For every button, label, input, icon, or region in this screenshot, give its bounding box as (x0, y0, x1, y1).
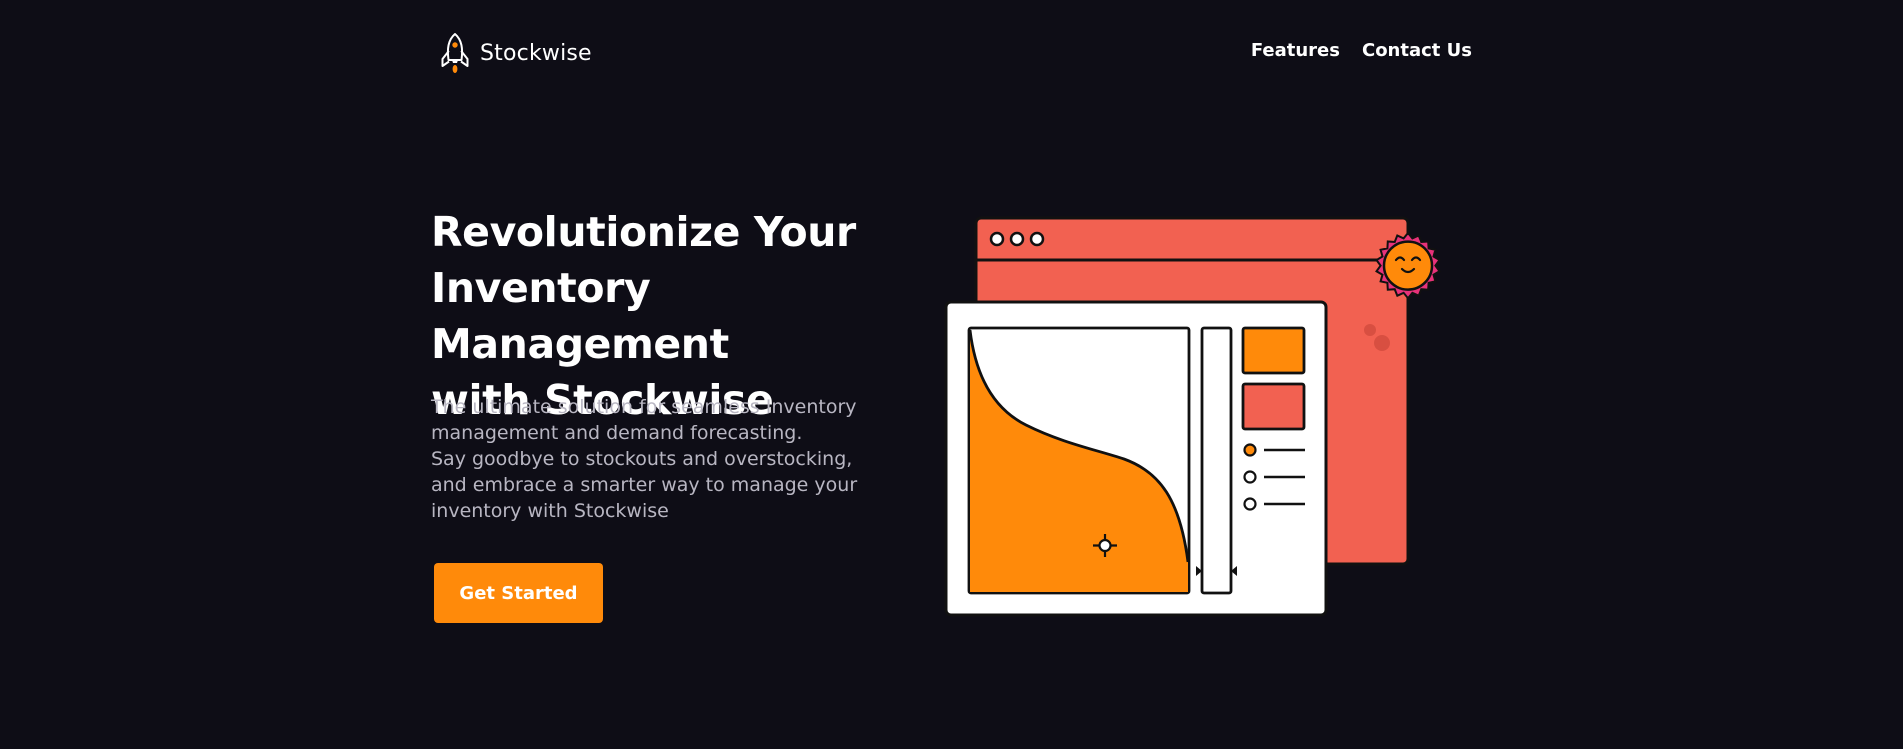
brand-name: Stockwise (480, 40, 592, 66)
hero-title-line: Revolutionize Your (431, 208, 856, 256)
brand-logo-link[interactable]: Stockwise (440, 32, 592, 74)
hero-description-line: The ultimate solution for seamless Inven… (431, 396, 857, 444)
nav-links: Features Contact Us (1251, 40, 1472, 61)
navbar: Stockwise Features Contact Us (0, 0, 1903, 106)
hero-description-line: Say goodbye to stockouts and overstockin… (431, 448, 858, 522)
rocket-icon (441, 33, 469, 73)
get-started-button[interactable]: Get Started (434, 563, 603, 623)
landing-page: Stockwise Features Contact Us Revolution… (0, 0, 1903, 749)
nav-link-contact-us[interactable]: Contact Us (1362, 40, 1472, 61)
hero-description: The ultimate solution for seamless Inven… (431, 394, 871, 524)
nav-link-features[interactable]: Features (1251, 40, 1340, 61)
hero-title-line: Inventory Management (431, 264, 729, 368)
hero-illustration (944, 216, 1441, 617)
